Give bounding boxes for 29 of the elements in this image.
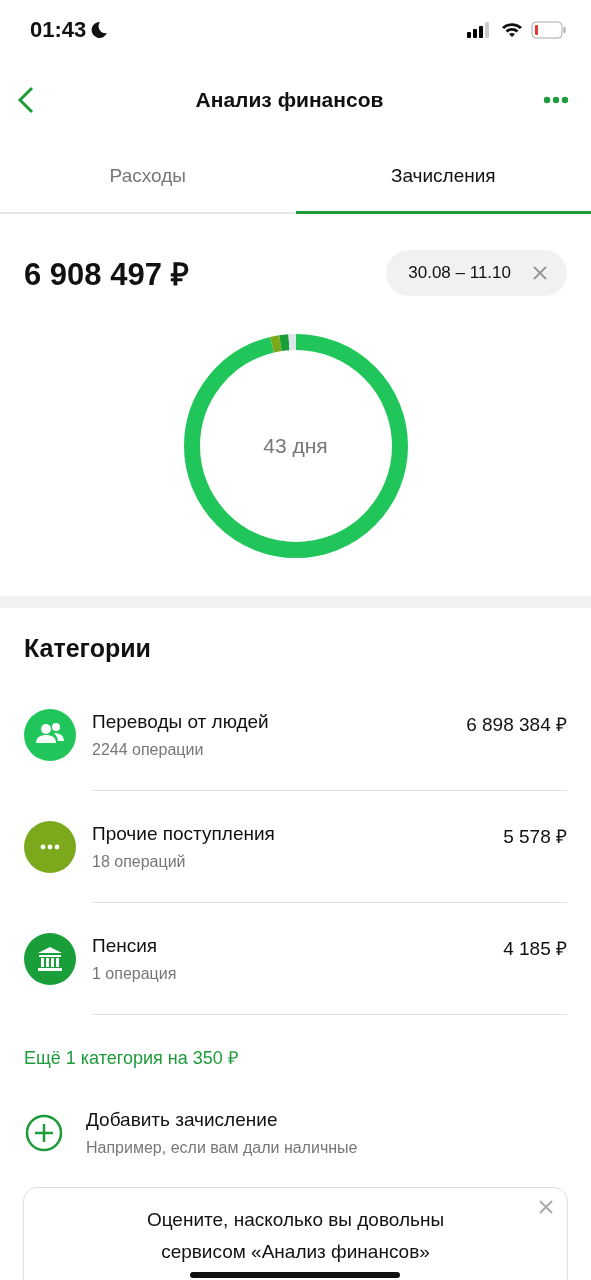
category-name[interactable]: Пенсия (92, 934, 177, 957)
operation-count: 2244 операции (92, 740, 205, 759)
clock-time: 01:43 (30, 17, 87, 43)
operation-count: 1 операция (92, 964, 177, 983)
back-icon[interactable] (16, 86, 36, 114)
category-amount: 6 898 384 ₽ (466, 713, 567, 737)
screen-title: Анализ финансов (195, 88, 384, 112)
moon-icon (90, 21, 109, 39)
total-amount: 6 908 497 ₽ (24, 256, 189, 294)
tab[interactable]: Зачисления (295, 140, 591, 214)
survey-text: Оцените, насколько вы довольны сервисом «Анализ финансов» (145, 1208, 446, 1264)
days-label: 43 дня (263, 434, 328, 458)
operation-count: 18 операций (92, 852, 187, 871)
close-icon[interactable] (533, 266, 547, 280)
close-icon[interactable] (539, 1200, 553, 1214)
wifi-icon (501, 22, 523, 38)
more-categories-link[interactable]: Ещё 1 категория на 350 ₽ (0, 1015, 591, 1109)
add-income-hint: Например, если вам дали наличные (86, 1139, 358, 1157)
section-title: Категории (23, 633, 152, 664)
category-amount: 4 185 ₽ (503, 937, 567, 961)
category-amount: 5 578 ₽ (503, 825, 567, 849)
add-income-title[interactable]: Добавить зачисление (86, 1109, 358, 1131)
add-icon[interactable] (24, 1113, 64, 1153)
battery-icon (531, 21, 567, 39)
category-name[interactable]: Прочие поступления (92, 822, 275, 845)
tab[interactable]: Расходы (0, 140, 296, 214)
period-chip[interactable]: 30.08 – 11.10 (386, 250, 567, 296)
category-name[interactable]: Переводы от людей (92, 710, 269, 733)
more-icon[interactable] (543, 96, 569, 104)
